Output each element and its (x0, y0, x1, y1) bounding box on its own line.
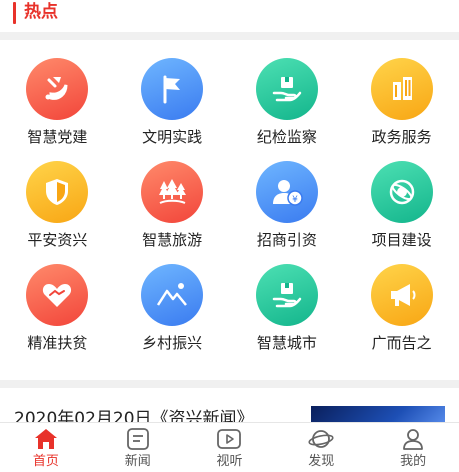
divider (0, 380, 459, 388)
tab-video[interactable]: 视听 (184, 423, 276, 472)
section-title: 热点 (24, 2, 58, 22)
grid-item-label: 项目建设 (371, 231, 432, 249)
tab-label: 新闻 (124, 454, 151, 469)
tab-home[interactable]: 首页 (0, 423, 92, 472)
tab-profile[interactable]: 我的 (367, 423, 459, 472)
news-thumbnail (311, 406, 445, 422)
section-accent-bar (13, 2, 16, 24)
grid-item-smart-city[interactable]: 智慧城市 (230, 264, 345, 367)
party-emblem-icon (26, 58, 89, 120)
grid-item-safe-zixing[interactable]: 平安资兴 (0, 161, 115, 264)
grid-item-label: 智慧城市 (256, 334, 317, 352)
trees-icon (141, 161, 204, 223)
grid-item-smart-tourism[interactable]: 智慧旅游 (115, 161, 230, 264)
project-icon (370, 161, 433, 223)
svg-text:¥: ¥ (292, 195, 298, 205)
grid-item-civic-practice[interactable]: 文明实践 (115, 58, 230, 161)
grid-item-label: 智慧旅游 (142, 231, 203, 249)
grid-item-label: 精准扶贫 (27, 334, 88, 352)
tab-discover[interactable]: 发现 (275, 423, 367, 472)
box-in-hand-icon (255, 58, 318, 120)
video-icon (217, 429, 242, 449)
planet-icon (308, 430, 334, 448)
box-in-hand-icon (255, 264, 318, 326)
mountain-icon (141, 264, 204, 326)
grid-item-project-construction[interactable]: 项目建设 (344, 161, 459, 264)
section-header: 热点 (0, 0, 459, 32)
news-icon (126, 428, 149, 450)
megaphone-icon (370, 264, 433, 326)
grid-item-poverty-alleviation[interactable]: 精准扶贫 (0, 264, 115, 367)
grid-item-label: 文明实践 (142, 128, 203, 146)
tab-label: 我的 (400, 454, 427, 469)
investor-icon: ¥ (255, 161, 318, 223)
home-icon (34, 429, 57, 449)
grid-item-label: 广而告之 (371, 334, 432, 352)
news-title: 2020年02月20日《资兴新闻》 (14, 409, 254, 422)
grid-item-investment[interactable]: ¥ 招商引资 (230, 161, 345, 264)
handshake-heart-icon (26, 264, 89, 326)
grid-item-label: 政务服务 (371, 128, 432, 146)
grid-item-announcements[interactable]: 广而告之 (344, 264, 459, 367)
grid-item-rural-revitalization[interactable]: 乡村振兴 (115, 264, 230, 367)
shield-icon (26, 161, 89, 223)
grid-item-label: 乡村振兴 (142, 334, 203, 352)
grid-item-label: 智慧党建 (27, 128, 88, 146)
grid-item-discipline[interactable]: 纪检监察 (230, 58, 345, 161)
grid-item-smart-party[interactable]: 智慧党建 (0, 58, 115, 161)
grid-item-label: 纪检监察 (256, 128, 317, 146)
service-grid: 智慧党建 文明实践 纪检监察 政务服务 平安资兴 智慧旅游 ¥ 招商引资 项目建… (0, 40, 459, 380)
tab-news[interactable]: 新闻 (92, 423, 184, 472)
user-icon (403, 429, 423, 450)
tab-label: 发现 (308, 454, 335, 469)
divider (0, 32, 459, 40)
tab-label: 视听 (216, 454, 243, 469)
grid-item-label: 平安资兴 (27, 231, 88, 249)
flag-icon (141, 58, 204, 120)
tab-label: 首页 (32, 454, 59, 469)
grid-item-gov-services[interactable]: 政务服务 (344, 58, 459, 161)
bottom-tab-bar: 首页 新闻 视听 发现 我的 (0, 422, 459, 472)
grid-item-label: 招商引资 (256, 231, 317, 249)
building-icon (370, 58, 433, 120)
news-item[interactable]: 2020年02月20日《资兴新闻》 (0, 388, 459, 422)
